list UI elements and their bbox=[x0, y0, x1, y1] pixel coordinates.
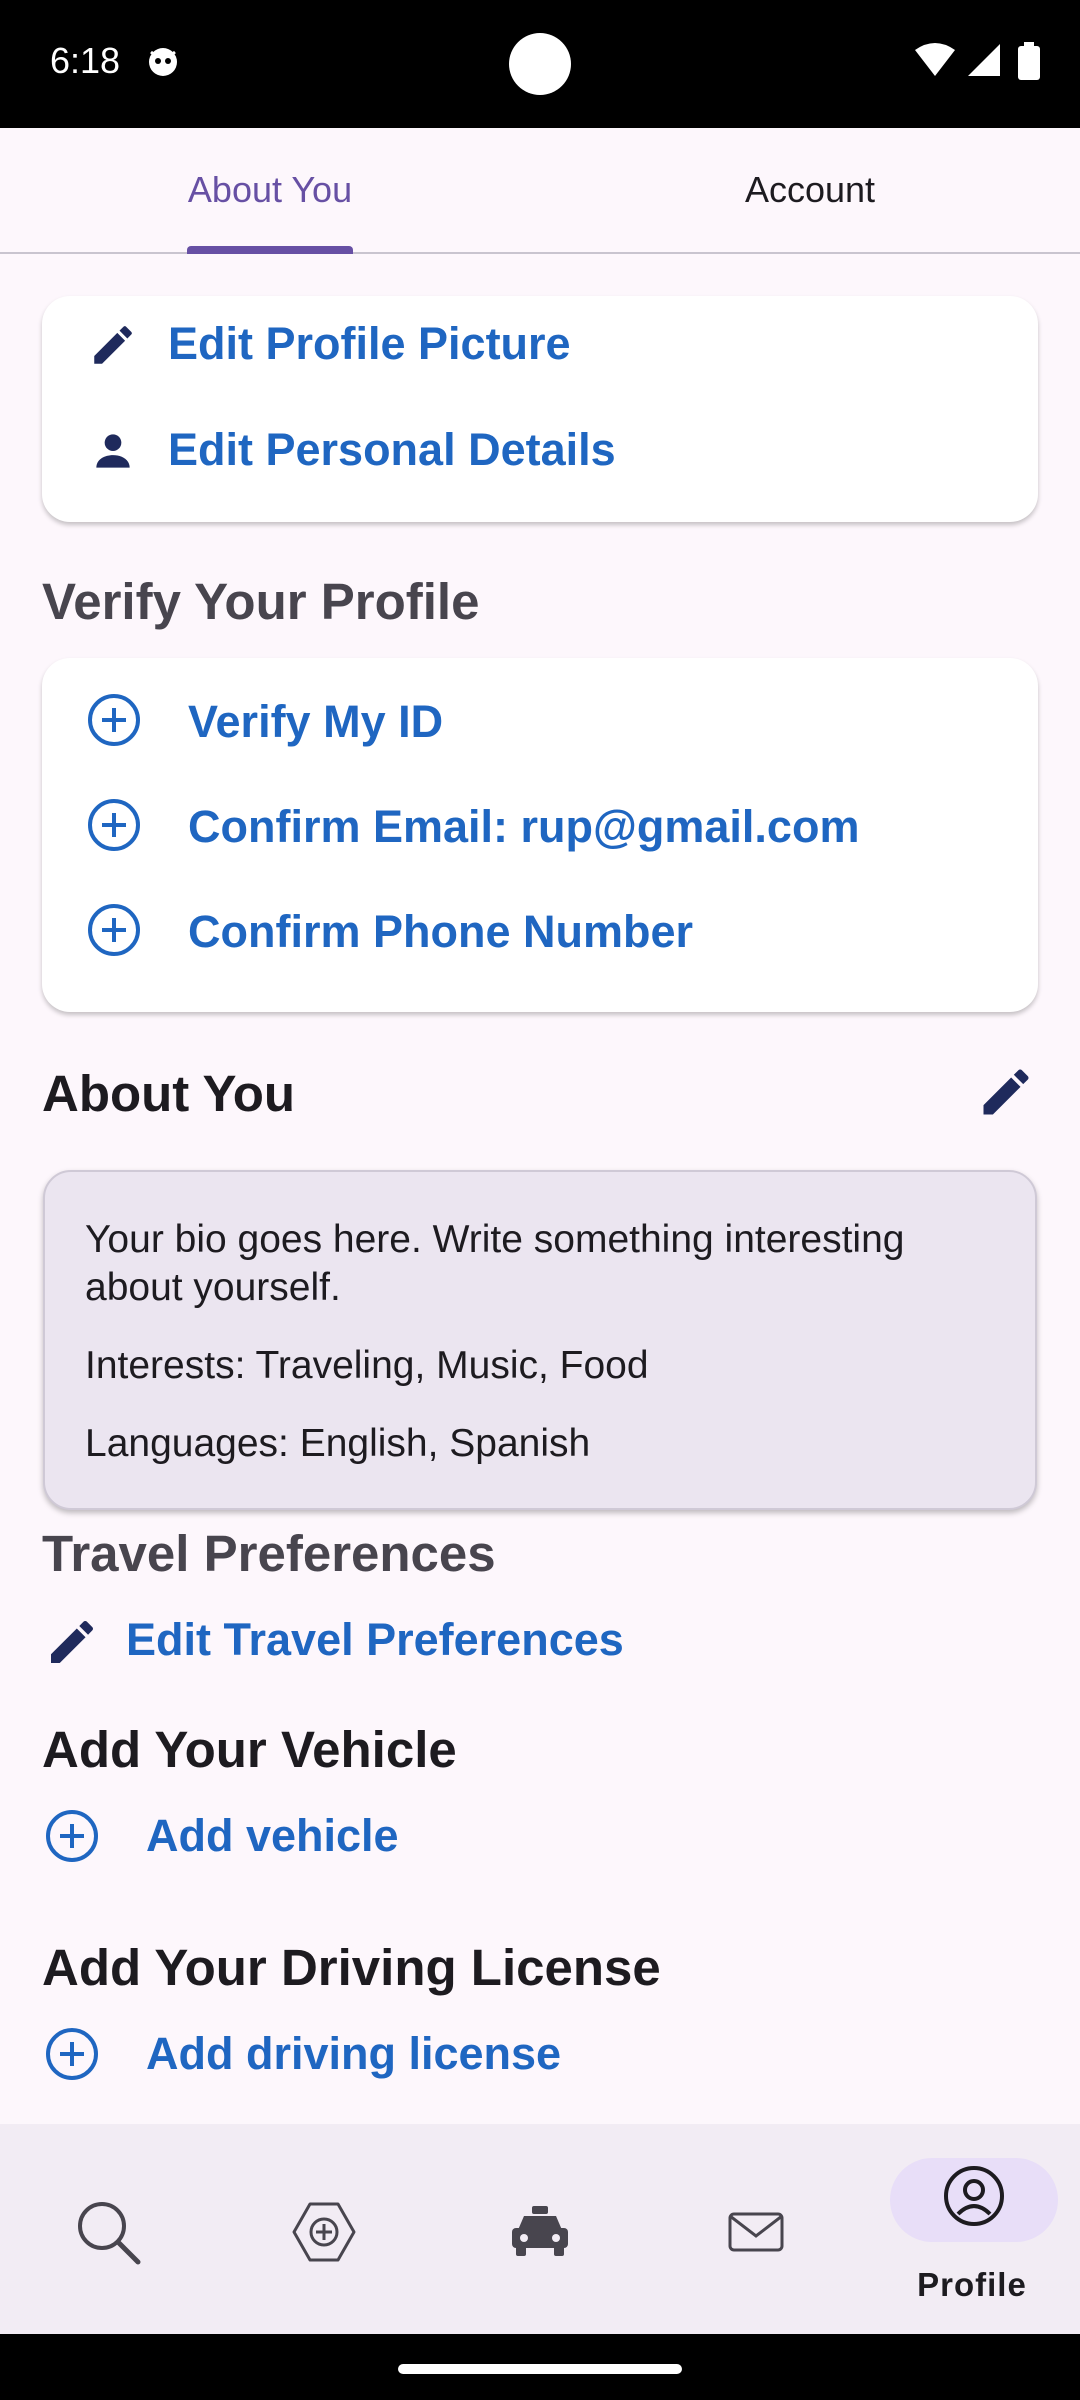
bio-text: Your bio goes here. Write something inte… bbox=[85, 1218, 905, 1309]
license-section-title: Add Your Driving License bbox=[42, 1939, 661, 1996]
about-section-title: About You bbox=[42, 1065, 296, 1122]
tab-account[interactable]: Account bbox=[540, 128, 1080, 252]
bio-card: Your bio goes here. Write something inte… bbox=[43, 1170, 1037, 1510]
wifi-icon bbox=[915, 43, 956, 76]
pencil-icon bbox=[51, 1620, 94, 1663]
gesture-bar bbox=[0, 2334, 1080, 2400]
nav-profile[interactable]: Profile bbox=[864, 2124, 1080, 2334]
home-gesture-handle[interactable] bbox=[398, 2364, 682, 2374]
languages-text: Languages: English, Spanish bbox=[85, 1422, 591, 1465]
interests-text: Interests: Traveling, Music, Food bbox=[85, 1344, 649, 1387]
add-driving-license-row[interactable]: Add driving license bbox=[0, 2014, 996, 2094]
verify-id-link: Verify My ID bbox=[188, 696, 444, 747]
verify-section-title: Verify Your Profile bbox=[42, 573, 480, 630]
add-driving-license-link: Add driving license bbox=[146, 2028, 562, 2079]
confirm-phone-link: Confirm Phone Number bbox=[188, 906, 694, 957]
pencil-icon bbox=[94, 326, 132, 364]
add-ride-icon bbox=[292, 2202, 356, 2262]
verify-id-row[interactable]: Verify My ID bbox=[42, 680, 1038, 760]
add-circle-icon bbox=[46, 2028, 98, 2080]
edit-travel-preferences-link: Edit Travel Preferences bbox=[126, 1614, 624, 1665]
nav-search[interactable] bbox=[0, 2124, 216, 2334]
tab-about-you[interactable]: About You bbox=[0, 128, 540, 254]
battery-icon bbox=[1018, 42, 1040, 80]
nav-publish[interactable] bbox=[216, 2124, 432, 2334]
nav-inbox[interactable] bbox=[648, 2124, 864, 2334]
add-circle-icon bbox=[88, 694, 140, 746]
add-circle-icon bbox=[88, 799, 140, 851]
add-vehicle-row[interactable]: Add vehicle bbox=[0, 1796, 996, 1876]
camera-cutout bbox=[509, 33, 571, 95]
vehicle-section-title: Add Your Vehicle bbox=[42, 1721, 457, 1778]
status-icons bbox=[915, 42, 1040, 82]
status-bar: 6:18 bbox=[0, 0, 1080, 128]
signal-icon bbox=[967, 44, 1000, 76]
add-vehicle-link: Add vehicle bbox=[146, 1810, 399, 1861]
confirm-email-row[interactable]: Confirm Email: rup@gmail.com bbox=[42, 785, 1038, 865]
tab-bar: About You Account bbox=[0, 128, 1080, 254]
active-tab-indicator bbox=[187, 246, 353, 254]
edit-profile-picture-row[interactable]: Edit Profile Picture bbox=[42, 304, 1038, 384]
travel-section-title: Travel Preferences bbox=[42, 1525, 496, 1582]
nav-profile-label: Profile bbox=[917, 2266, 1027, 2303]
status-time: 6:18 bbox=[50, 40, 121, 81]
edit-travel-preferences-row[interactable]: Edit Travel Preferences bbox=[0, 1600, 996, 1680]
bottom-navigation: Profile bbox=[0, 2124, 1080, 2334]
tab-label: Account bbox=[744, 169, 876, 210]
edit-personal-details-link: Edit Personal Details bbox=[168, 424, 616, 475]
add-circle-icon bbox=[46, 1810, 98, 1862]
car-icon bbox=[512, 2206, 568, 2256]
confirm-email-link: Confirm Email: rup@gmail.com bbox=[188, 801, 860, 852]
edit-personal-details-row[interactable]: Edit Personal Details bbox=[42, 410, 1038, 490]
search-icon bbox=[78, 2202, 141, 2265]
edit-about-pencil-icon[interactable] bbox=[976, 1062, 1036, 1122]
mail-icon bbox=[728, 2212, 784, 2252]
add-circle-icon bbox=[88, 904, 140, 956]
confirm-phone-row[interactable]: Confirm Phone Number bbox=[42, 890, 1038, 970]
verify-card: Verify My ID Confirm Email: rup@gmail.co… bbox=[42, 658, 1038, 1012]
edit-profile-picture-link: Edit Profile Picture bbox=[168, 318, 571, 369]
profile-actions-card: Edit Profile Picture Edit Personal Detai… bbox=[42, 296, 1038, 522]
person-icon bbox=[96, 434, 130, 468]
tab-label: About You bbox=[187, 169, 353, 210]
nav-rides[interactable] bbox=[432, 2124, 648, 2334]
profile-icon bbox=[944, 2166, 1004, 2226]
notification-app-icon bbox=[149, 48, 177, 76]
